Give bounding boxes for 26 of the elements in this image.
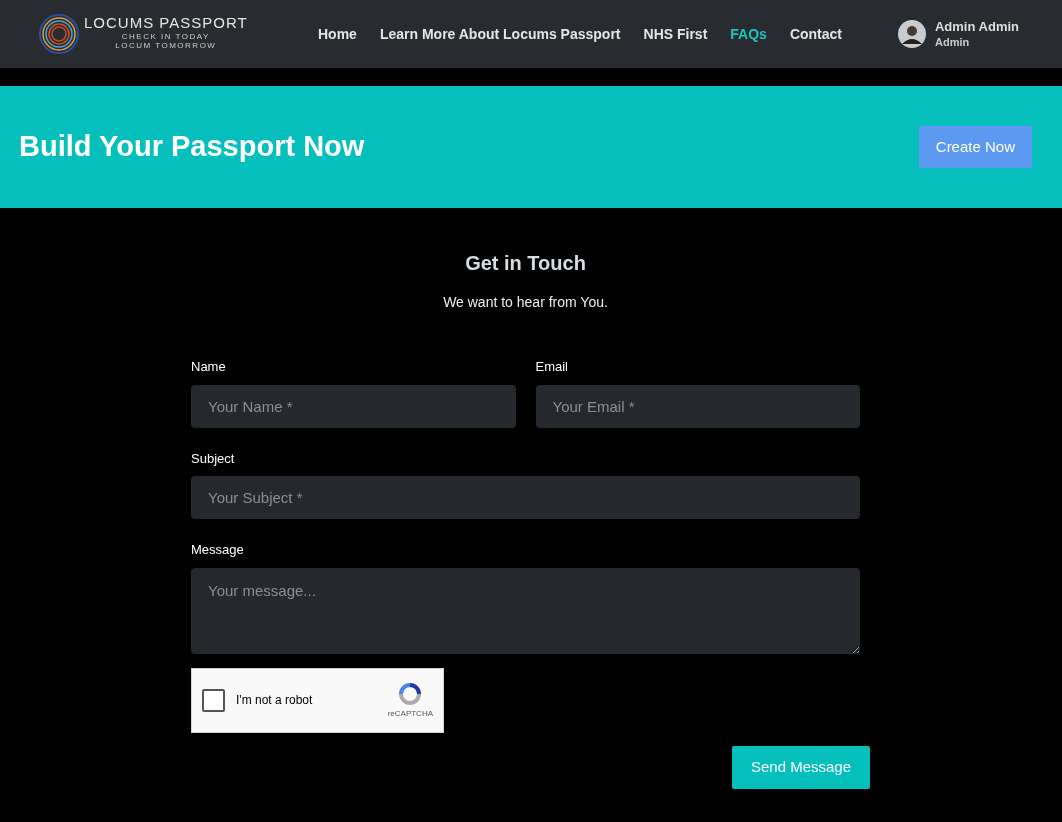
field-label: Message [191, 541, 245, 559]
user-role: Admin [935, 35, 971, 49]
field-label: Email [535, 358, 569, 376]
input-field[interactable]: Your Name * [191, 384, 516, 428]
input-field[interactable]: Your Email * [535, 384, 860, 428]
field-label: Name [191, 358, 227, 376]
nav-link[interactable]: Home [318, 23, 357, 45]
section-title: Get in Touch [464, 251, 587, 276]
banner-title: Build Your Passport Now [19, 129, 365, 165]
user-name: Admin Admin [935, 19, 1019, 35]
nav-link[interactable]: Contact [789, 23, 843, 45]
message-field[interactable]: Your message... [191, 567, 860, 654]
captcha-label: I'm not a robot [236, 692, 313, 709]
field-label: Subject [191, 449, 236, 468]
nav-link[interactable]: Learn More About Locums Passport [379, 23, 621, 45]
nav-link[interactable]: NHS First [643, 23, 708, 45]
avatar-icon[interactable] [898, 20, 926, 48]
section-subtitle: We want to hear from You. [442, 293, 609, 312]
nav-link[interactable]: FAQs [730, 23, 767, 45]
logo-tagline: CHECK IN TODAY [121, 32, 210, 41]
input-field[interactable]: Your Subject * [191, 476, 860, 519]
logo-tagline: LOCUM TOMORROW [115, 41, 217, 50]
captcha-checkbox[interactable] [202, 688, 225, 712]
logo-icon [38, 13, 80, 55]
logo-title: LOCUMS PASSPORT [84, 14, 248, 32]
captcha-brand: reCAPTCHA [387, 708, 433, 720]
